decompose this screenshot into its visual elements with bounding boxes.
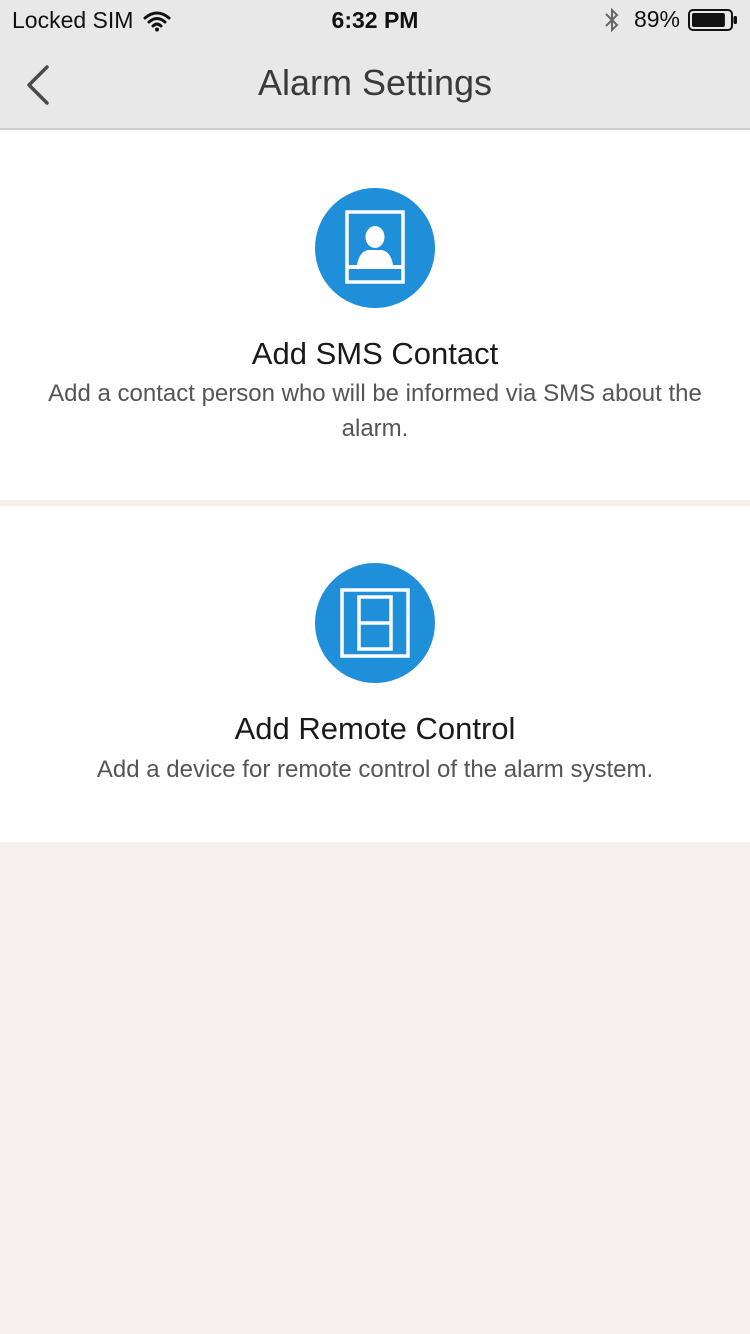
remote-control-icon	[315, 563, 435, 683]
battery-percent: 89%	[633, 6, 680, 32]
alarm-settings-screen: Locked SIM 6:32 PM 89% Alarm Settings Ad…	[0, 0, 750, 1334]
navigation-bar: Alarm Settings	[0, 40, 750, 130]
remote-control-description: Add a device for remote control of the a…	[96, 756, 654, 783]
add-sms-contact-card[interactable]: Add SMS Contact Add a contact person who…	[0, 130, 750, 500]
contact-card-icon	[315, 188, 435, 308]
page-title: Alarm Settings	[257, 62, 493, 103]
status-bar: Locked SIM 6:32 PM 89%	[0, 0, 750, 40]
remote-control-title: Add Remote Control	[234, 711, 516, 746]
bluetooth-icon	[605, 7, 619, 32]
add-remote-control-card[interactable]: Add Remote Control Add a device for remo…	[0, 506, 750, 842]
status-right: 89%	[604, 6, 738, 33]
sms-contact-description: Add a contact person who will be informe…	[48, 380, 702, 442]
battery-icon	[688, 8, 737, 31]
sms-contact-title: Add SMS Contact	[251, 336, 499, 371]
